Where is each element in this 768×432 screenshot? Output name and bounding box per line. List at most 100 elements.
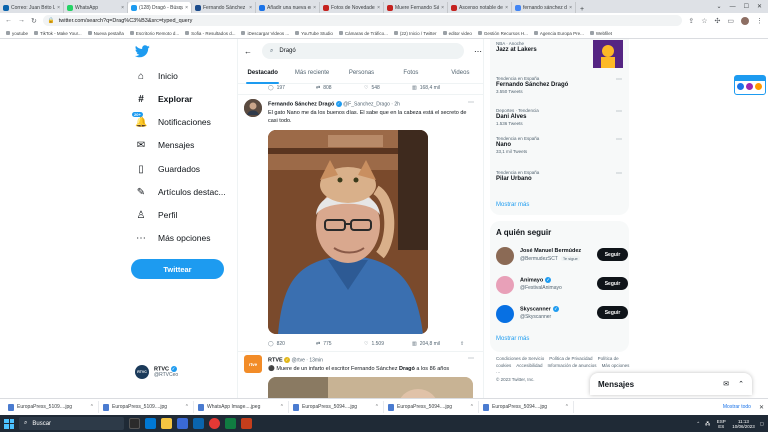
clock[interactable]: 11:13 10/06/2023 [732,419,755,429]
chevron-up-icon[interactable]: ⌃ [470,404,474,410]
author-name[interactable]: Fernando Sánchez Dragó [268,101,334,107]
more-options-icon[interactable]: ⋯ [474,47,482,56]
chevron-up-icon[interactable]: ⌃ [375,404,379,410]
trend-more-icon[interactable]: ⋯ [616,170,622,177]
tab-search-icon[interactable]: ⌄ [717,3,722,10]
address-bar[interactable]: 🔒 twitter.com/search?q=Drag%C3%B3&src=ty… [42,15,683,26]
views-action[interactable]: ▥ 168,4 mil [412,85,460,91]
chevron-up-icon[interactable]: ⌃ [565,404,569,410]
extension-purple-icon[interactable] [746,83,753,90]
follow-suggestion[interactable]: José Manuel Bermúdez @BermudezSCT Te sigue… [496,245,628,267]
search-tab-2[interactable]: Más reciente [287,66,336,83]
store-icon[interactable] [177,418,188,429]
tweet-time[interactable]: 2h [394,101,400,107]
browser-tab[interactable]: Correo: Juan Brito Lo × [0,2,64,13]
bookmark-item[interactable]: iDescargar Videos ... [241,31,289,36]
account-switcher[interactable]: RTVC RTVC ✓ @RTVCeo [135,365,178,379]
suggestion-avatar[interactable] [496,276,514,294]
bookmark-item[interactable]: TikTok - Make Your... [34,31,82,36]
trend-more-icon[interactable]: ⋯ [616,108,622,115]
minimize-icon[interactable]: — [730,4,736,10]
notification-icon[interactable]: ▢ [760,421,764,426]
follow-button[interactable]: Seguir [597,277,628,290]
author-avatar[interactable] [244,99,262,117]
back-icon[interactable]: ← [5,17,12,24]
close-tab-icon[interactable]: × [569,5,572,11]
nav-item-mensajes[interactable]: ✉ Mensajes [135,138,195,152]
edge-icon[interactable] [145,418,156,429]
close-tab-icon[interactable]: × [57,5,60,11]
bookmark-item[interactable]: Escritorio Remoto d... [129,31,179,36]
excel-icon[interactable] [225,418,236,429]
outlook-icon[interactable] [193,418,204,429]
extension-widget[interactable] [734,75,766,95]
nav-item-inicio[interactable]: ⌂ Inicio [135,69,178,83]
close-tab-icon[interactable]: × [121,5,124,11]
retweet-action[interactable]: ⇄ 808 [316,85,364,91]
tweet-more-icon[interactable]: ⋯ [468,355,474,362]
bookmark-item[interactable]: Gestión Recursos H... [477,31,528,36]
close-tab-icon[interactable]: × [505,5,508,11]
forward-icon[interactable]: → [18,17,25,24]
close-tab-icon[interactable]: × [313,5,316,11]
chrome-icon[interactable] [209,418,220,429]
extension-orange-icon[interactable] [755,83,762,90]
chevron-up-icon[interactable]: ⌃ [280,404,284,410]
taskbar-search[interactable]: ⌕ Buscar [19,417,124,430]
profile-avatar[interactable] [741,16,749,25]
tweet-button[interactable]: Twittear [131,259,224,279]
new-tab-icon[interactable]: + [576,6,588,13]
download-item[interactable]: EuropaPress_5109....jpg ⌃ [99,401,194,413]
suggestion-name[interactable]: Animayo ✓ [520,277,552,283]
tweet-time[interactable]: 13min [309,357,323,363]
maximize-icon[interactable]: ☐ [744,3,749,10]
sidebar-icon[interactable]: ▭ [727,17,734,25]
browser-tab[interactable]: Añadir una nueva en × [256,2,320,13]
trend-item[interactable]: Tendencia en España Pilar Urbano ⋯ [496,170,624,182]
follow-suggestion[interactable]: Skyscanner ✓ @Skyscanner Seguir [496,303,628,325]
new-message-icon[interactable]: ✉ [723,380,729,388]
chevron-up-icon[interactable]: ⌃ [90,404,94,410]
browser-tab[interactable]: Muere Fernando Sá × [384,2,448,13]
close-tab-icon[interactable]: × [441,5,444,11]
suggestion-avatar[interactable] [496,305,514,323]
trends-show-more[interactable]: Mostrar más [496,202,529,208]
search-tab-4[interactable]: Fotos [386,66,435,83]
download-item[interactable]: EuropaPress_5094....jpg ⌃ [289,401,384,413]
browser-tab[interactable]: fernando sánchez dr × [512,2,576,13]
language-indicator[interactable]: ESP ES [715,419,727,429]
browser-tab[interactable]: Fotos de Novedades × [320,2,384,13]
reply-action[interactable]: ◯ 197 [268,85,316,91]
system-tray[interactable]: ⌃ 🖧 ESP ES 11:13 10/06/2023 ▢ [696,419,764,429]
nav-item-notificaciones[interactable]: 🔔 20+ Notificaciones [132,111,211,129]
browser-tab[interactable]: (128) Dragó - Búsque × [128,2,192,13]
download-item[interactable]: EuropaPress_5094....jpg ⌃ [479,401,574,413]
suggestion-avatar[interactable] [496,247,514,265]
back-arrow-icon[interactable]: ← [244,47,252,56]
reload-icon[interactable]: ↻ [31,17,37,25]
search-tab-5[interactable]: Videos [436,66,483,83]
close-tab-icon[interactable]: × [377,5,380,11]
nav-item-más-opciones[interactable]: ⋯ Más opciones [135,231,210,245]
download-item[interactable]: WhatsApp Image....jpeg ⌃ [194,401,289,413]
windows-start-icon[interactable] [4,418,14,429]
bookmark-item[interactable]: Cámaras de Tráfico... [338,31,388,36]
search-tab-3[interactable]: Personas [337,66,386,83]
nav-item-explorar[interactable]: # Explorar [135,92,192,106]
bookmark-item[interactable]: Webfilet [589,31,612,36]
nav-item-perfil[interactable]: ♙ Perfil [135,208,178,222]
retweet-action[interactable]: ⇄ 775 [316,341,364,347]
follow-suggestion[interactable]: Animayo ✓ @FestivalAnimayo Seguir [496,274,628,296]
bookmark-item[interactable]: Agencia Europa Pre... [533,31,584,36]
menu-icon[interactable]: ⋮ [756,17,763,25]
browser-tab[interactable]: Ascenso notable de × [448,2,512,13]
follow-show-more[interactable]: Mostrar más [496,336,529,342]
show-all-downloads[interactable]: Mostrar todo [715,404,759,410]
download-item[interactable]: EuropaPress_5094....jpg ⌃ [384,401,479,413]
download-item[interactable]: EuropaPress_5109....jpg ⌃ [4,401,99,413]
follow-button[interactable]: Seguir [597,306,628,319]
file-explorer-icon[interactable] [161,418,172,429]
footer-link[interactable]: Condiciones de Servicio [496,356,544,361]
star-icon[interactable]: ☆ [701,17,707,25]
search-tab-1[interactable]: Destacado [238,66,287,84]
